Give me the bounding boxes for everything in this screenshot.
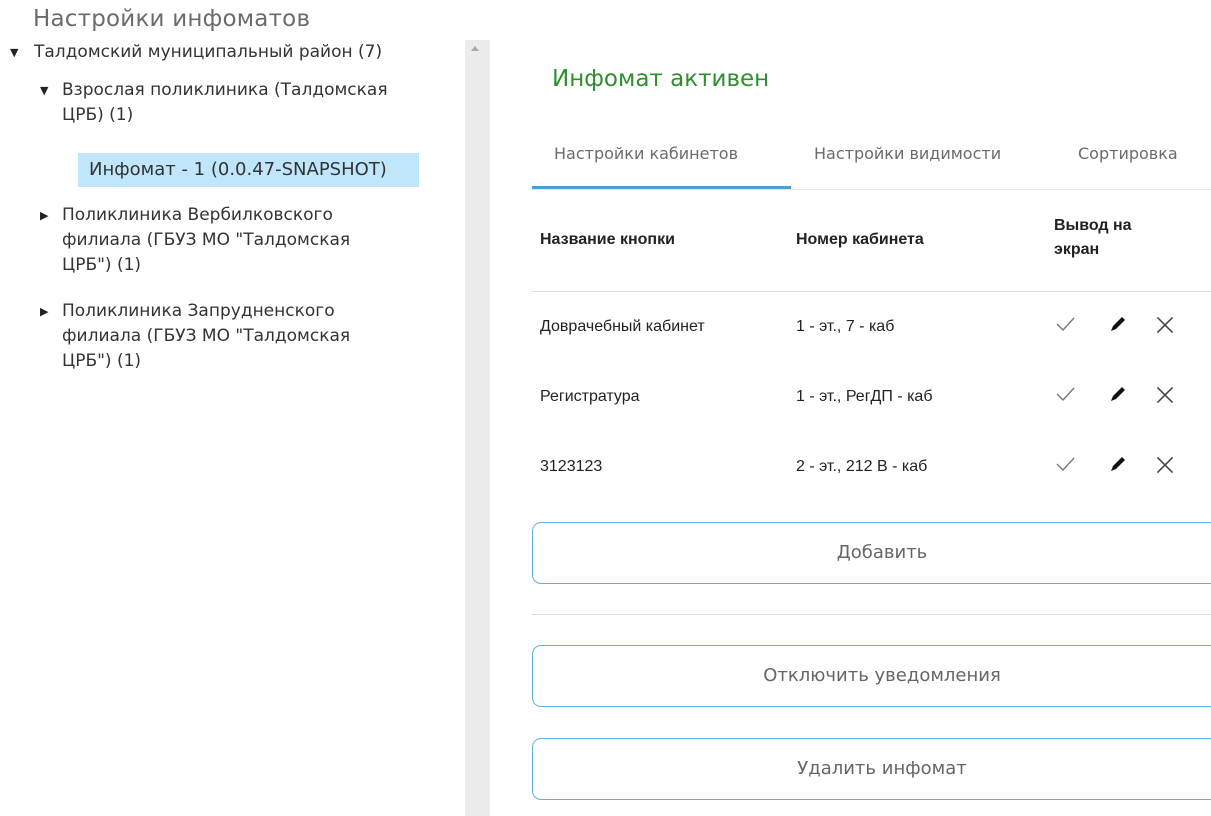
tree-node-label[interactable]: Поликлиника Запрудненского: [40, 299, 350, 324]
close-icon[interactable]: [1152, 382, 1178, 408]
table-row: Доврачебный кабинет 1 - эт., 7 - каб: [532, 310, 1211, 350]
check-icon[interactable]: [1053, 312, 1077, 336]
infomat-tree: ▼ Талдомский муниципальный район (7) ▼ В…: [0, 40, 465, 816]
tree-node-label[interactable]: Поликлиника Вербилковского: [40, 203, 350, 228]
tree-node-label[interactable]: ЦРБ") (1): [40, 349, 350, 374]
tree-node-label[interactable]: филиала (ГБУЗ МО "Талдомская: [40, 324, 350, 349]
active-tab-indicator: [532, 186, 791, 189]
pencil-icon[interactable]: [1106, 452, 1130, 476]
check-icon[interactable]: [1053, 382, 1077, 406]
tree-node-adult-clinic[interactable]: ▼ Взрослая поликлиника (Талдомская ЦРБ) …: [40, 78, 388, 128]
caret-right-icon[interactable]: ▶: [40, 299, 48, 324]
tree-node-infomat-selected[interactable]: Инфомат - 1 (0.0.47-SNAPSHOT): [78, 153, 419, 187]
tab-sorting[interactable]: Сортировка: [1078, 144, 1178, 163]
tree-node-verbilki-clinic[interactable]: ▶ Поликлиника Вербилковского филиала (ГБ…: [40, 203, 350, 278]
section-divider: [532, 614, 1211, 615]
row-cabinet-number: 2 - эт., 212 В - каб: [796, 458, 928, 475]
tree-node-zaprudnya-clinic[interactable]: ▶ Поликлиника Запрудненского филиала (ГБ…: [40, 299, 350, 374]
tree-node-label[interactable]: ЦРБ") (1): [40, 253, 350, 278]
table-header-divider: [532, 291, 1211, 292]
tree-node-label[interactable]: Талдомский муниципальный район (7): [10, 40, 382, 65]
row-button-name: Доврачебный кабинет: [540, 318, 705, 335]
caret-down-icon[interactable]: ▼: [40, 78, 48, 103]
table-row: 3123123 2 - эт., 212 В - каб: [532, 450, 1211, 490]
page-title: Настройки инфоматов: [33, 6, 311, 32]
infomat-status: Инфомат активен: [552, 66, 770, 92]
column-header-display-line: экран: [1054, 241, 1100, 258]
scroll-up-arrow-icon[interactable]: [471, 46, 479, 51]
check-icon[interactable]: [1053, 452, 1077, 476]
pencil-icon[interactable]: [1106, 382, 1130, 406]
tree-node-label[interactable]: филиала (ГБУЗ МО "Талдомская: [40, 228, 350, 253]
caret-right-icon[interactable]: ▶: [40, 203, 48, 228]
settings-tabs: Настройки кабинетов Настройки видимости …: [532, 130, 1211, 190]
column-header-display-line: Вывод на: [1054, 217, 1132, 234]
delete-infomat-button[interactable]: Удалить инфомат: [532, 738, 1211, 800]
close-icon[interactable]: [1152, 312, 1178, 338]
tree-scrollbar[interactable]: [465, 40, 490, 816]
tree-node-label[interactable]: ЦРБ) (1): [40, 103, 388, 128]
row-cabinet-number: 1 - эт., 7 - каб: [796, 318, 895, 335]
pencil-icon[interactable]: [1106, 312, 1130, 336]
add-button[interactable]: Добавить: [532, 522, 1211, 584]
tab-cabinet-settings[interactable]: Настройки кабинетов: [554, 144, 738, 163]
tree-node-label[interactable]: Взрослая поликлиника (Талдомская: [40, 78, 388, 103]
column-header-button-name: Название кнопки: [540, 231, 675, 248]
column-header-display: Вывод на экран: [1054, 214, 1132, 262]
caret-down-icon[interactable]: ▼: [10, 40, 18, 65]
row-button-name: 3123123: [540, 458, 603, 475]
tab-visibility-settings[interactable]: Настройки видимости: [814, 144, 1001, 163]
close-icon[interactable]: [1152, 452, 1178, 478]
column-header-cabinet-number: Номер кабинета: [796, 231, 924, 248]
row-button-name: Регистратура: [540, 388, 640, 405]
table-row: Регистратура 1 - эт., РегДП - каб: [532, 380, 1211, 420]
row-cabinet-number: 1 - эт., РегДП - каб: [796, 388, 933, 405]
disable-notifications-button[interactable]: Отключить уведомления: [532, 645, 1211, 707]
tree-node-district[interactable]: ▼ Талдомский муниципальный район (7): [10, 40, 382, 65]
